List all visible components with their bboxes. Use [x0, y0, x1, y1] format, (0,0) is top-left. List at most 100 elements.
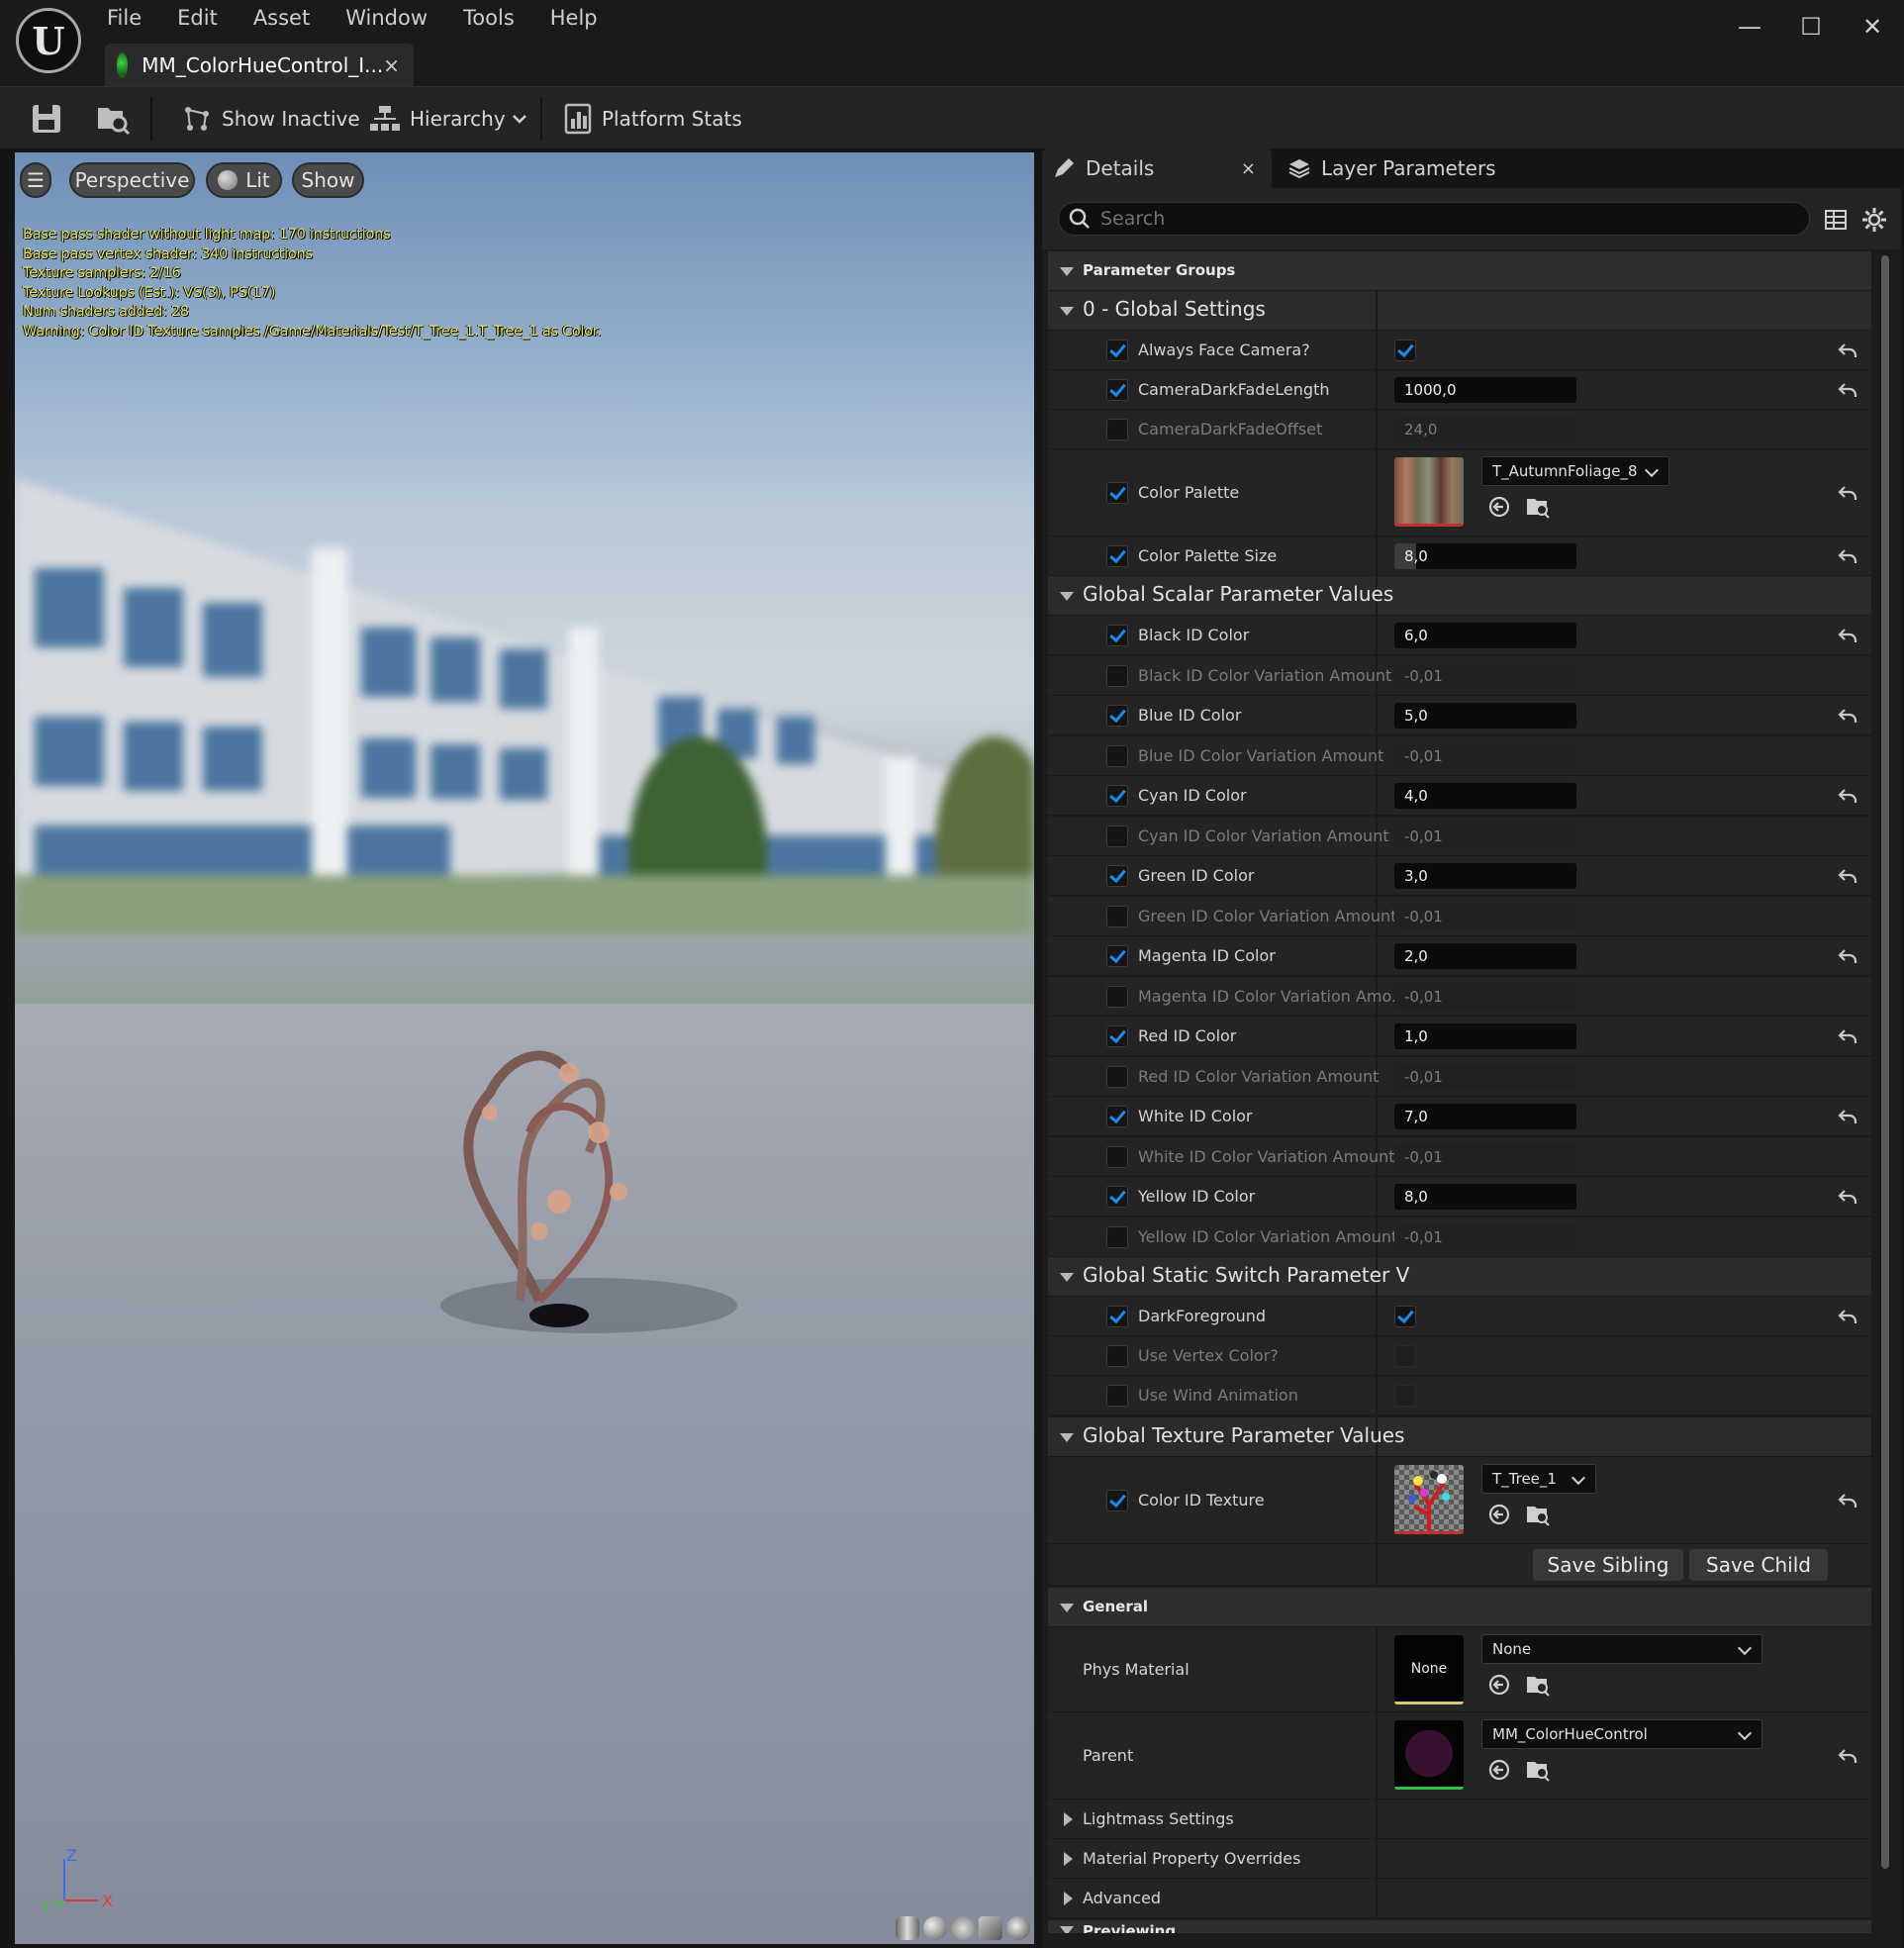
maximize-button[interactable]: ☐ [1791, 10, 1831, 44]
save-child-button[interactable]: Save Child [1689, 1549, 1828, 1581]
use-selected-icon[interactable] [1487, 495, 1511, 519]
override-checkbox[interactable] [1106, 1225, 1128, 1248]
override-checkbox[interactable] [1106, 1106, 1128, 1127]
hierarchy-dropdown[interactable]: Hierarchy [370, 87, 539, 149]
browse-asset-button[interactable] [95, 87, 141, 149]
reset-to-default-icon[interactable] [1836, 944, 1859, 968]
save-button[interactable] [30, 87, 73, 149]
reset-to-default-icon[interactable] [1836, 1024, 1859, 1048]
override-checkbox[interactable] [1106, 1345, 1128, 1367]
use-selected-icon[interactable] [1487, 1673, 1511, 1697]
browse-to-asset-icon[interactable] [1525, 1673, 1551, 1697]
category-general[interactable]: General [1048, 1588, 1871, 1627]
override-checkbox[interactable] [1106, 625, 1128, 646]
group-global-static-switches[interactable]: Global Static Switch Parameter V [1048, 1257, 1871, 1297]
menu-help[interactable]: Help [550, 0, 616, 36]
cylinder-preview-icon[interactable] [896, 1916, 919, 1940]
reset-to-default-icon[interactable] [1836, 339, 1859, 362]
override-checkbox[interactable] [1106, 705, 1128, 727]
value-field[interactable]: 8,0 [1394, 543, 1576, 569]
platform-stats-button[interactable]: Platform Stats [564, 87, 742, 149]
teapot-preview-icon[interactable] [1006, 1916, 1030, 1940]
override-checkbox[interactable] [1106, 340, 1128, 361]
group-global-settings[interactable]: 0 - Global Settings [1048, 291, 1871, 331]
override-checkbox[interactable] [1106, 545, 1128, 567]
close-tab-icon[interactable]: × [383, 53, 400, 77]
override-checkbox[interactable] [1106, 1385, 1128, 1407]
use-selected-icon[interactable] [1487, 1758, 1511, 1782]
reset-to-default-icon[interactable] [1836, 1185, 1859, 1209]
minimize-button[interactable]: — [1730, 10, 1769, 44]
reset-to-default-icon[interactable] [1836, 1744, 1859, 1768]
override-checkbox[interactable] [1106, 785, 1128, 807]
override-checkbox[interactable] [1106, 1065, 1128, 1088]
reset-to-default-icon[interactable] [1836, 1489, 1859, 1512]
menu-window[interactable]: Window [345, 0, 445, 36]
override-checkbox[interactable] [1106, 379, 1128, 401]
parent-material-thumbnail[interactable] [1394, 1720, 1464, 1790]
gear-icon[interactable] [1861, 207, 1887, 233]
texture-thumbnail[interactable] [1394, 1465, 1464, 1534]
use-selected-icon[interactable] [1487, 1503, 1511, 1526]
asset-picker-combo[interactable]: T_Tree_1 [1481, 1464, 1596, 1494]
category-previewing[interactable]: Previewing [1048, 1920, 1871, 1934]
value-field[interactable]: 1,0 [1394, 1023, 1576, 1049]
tab-layer-parameters[interactable]: Layer Parameters [1287, 148, 1496, 188]
override-checkbox[interactable] [1106, 985, 1128, 1008]
tab-details[interactable]: Details × [1042, 148, 1272, 188]
override-checkbox[interactable] [1106, 1186, 1128, 1208]
value-checkbox[interactable] [1394, 340, 1416, 361]
search-input[interactable] [1098, 207, 1771, 231]
section-advanced[interactable]: Advanced [1048, 1879, 1871, 1918]
value-field[interactable]: 5,0 [1394, 703, 1576, 729]
override-checkbox[interactable] [1106, 1306, 1128, 1327]
reset-to-default-icon[interactable] [1836, 1105, 1859, 1128]
show-inactive-button[interactable]: Show Inactive [182, 87, 360, 149]
menu-edit[interactable]: Edit [177, 0, 236, 36]
value-field[interactable]: 7,0 [1394, 1104, 1576, 1129]
reset-to-default-icon[interactable] [1836, 544, 1859, 568]
reset-to-default-icon[interactable] [1836, 378, 1859, 402]
override-checkbox[interactable] [1106, 482, 1128, 504]
browse-to-asset-icon[interactable] [1525, 1503, 1551, 1526]
override-checkbox[interactable] [1106, 905, 1128, 927]
phys-material-thumbnail[interactable]: None [1394, 1635, 1464, 1704]
close-window-button[interactable]: ✕ [1853, 10, 1892, 44]
sphere-preview-icon[interactable] [923, 1916, 947, 1940]
override-checkbox[interactable] [1106, 865, 1128, 887]
reset-to-default-icon[interactable] [1836, 704, 1859, 728]
section-material-property-overrides[interactable]: Material Property Overrides [1048, 1839, 1871, 1879]
group-global-scalar-parameters[interactable]: Global Scalar Parameter Values [1048, 576, 1871, 616]
save-sibling-button[interactable]: Save Sibling [1533, 1549, 1683, 1581]
preview-viewport[interactable]: ☰ Perspective Lit Show Base pass shader … [15, 152, 1034, 1944]
category-parameter-groups[interactable]: Parameter Groups [1048, 251, 1871, 291]
override-checkbox[interactable] [1106, 744, 1128, 767]
reset-to-default-icon[interactable] [1836, 784, 1859, 808]
reset-to-default-icon[interactable] [1836, 864, 1859, 888]
browse-to-asset-icon[interactable] [1525, 1758, 1551, 1782]
override-checkbox[interactable] [1106, 945, 1128, 967]
section-lightmass-settings[interactable]: Lightmass Settings [1048, 1800, 1871, 1839]
menu-file[interactable]: File [107, 0, 159, 36]
perspective-button[interactable]: Perspective [69, 162, 195, 198]
table-view-icon[interactable] [1825, 209, 1847, 231]
override-checkbox[interactable] [1106, 1490, 1128, 1511]
menu-tools[interactable]: Tools [463, 0, 532, 36]
override-checkbox[interactable] [1106, 1145, 1128, 1168]
override-checkbox[interactable] [1106, 825, 1128, 847]
unreal-logo-icon[interactable]: U [16, 8, 81, 73]
value-checkbox[interactable] [1394, 1306, 1416, 1327]
group-global-texture-parameters[interactable]: Global Texture Parameter Values [1048, 1417, 1871, 1457]
cube-preview-icon[interactable] [979, 1916, 1002, 1940]
phys-material-combo[interactable]: None [1481, 1634, 1762, 1664]
reset-to-default-icon[interactable] [1836, 1305, 1859, 1328]
plane-preview-icon[interactable] [951, 1916, 975, 1940]
value-field[interactable]: 8,0 [1394, 1184, 1576, 1210]
view-mode-button[interactable]: Lit [206, 162, 282, 198]
value-field[interactable]: 4,0 [1394, 783, 1576, 809]
value-field[interactable]: 3,0 [1394, 863, 1576, 889]
override-checkbox[interactable] [1106, 419, 1128, 440]
override-checkbox[interactable] [1106, 1025, 1128, 1047]
show-button[interactable]: Show [292, 162, 364, 198]
scrollbar-thumb[interactable] [1881, 255, 1889, 1869]
